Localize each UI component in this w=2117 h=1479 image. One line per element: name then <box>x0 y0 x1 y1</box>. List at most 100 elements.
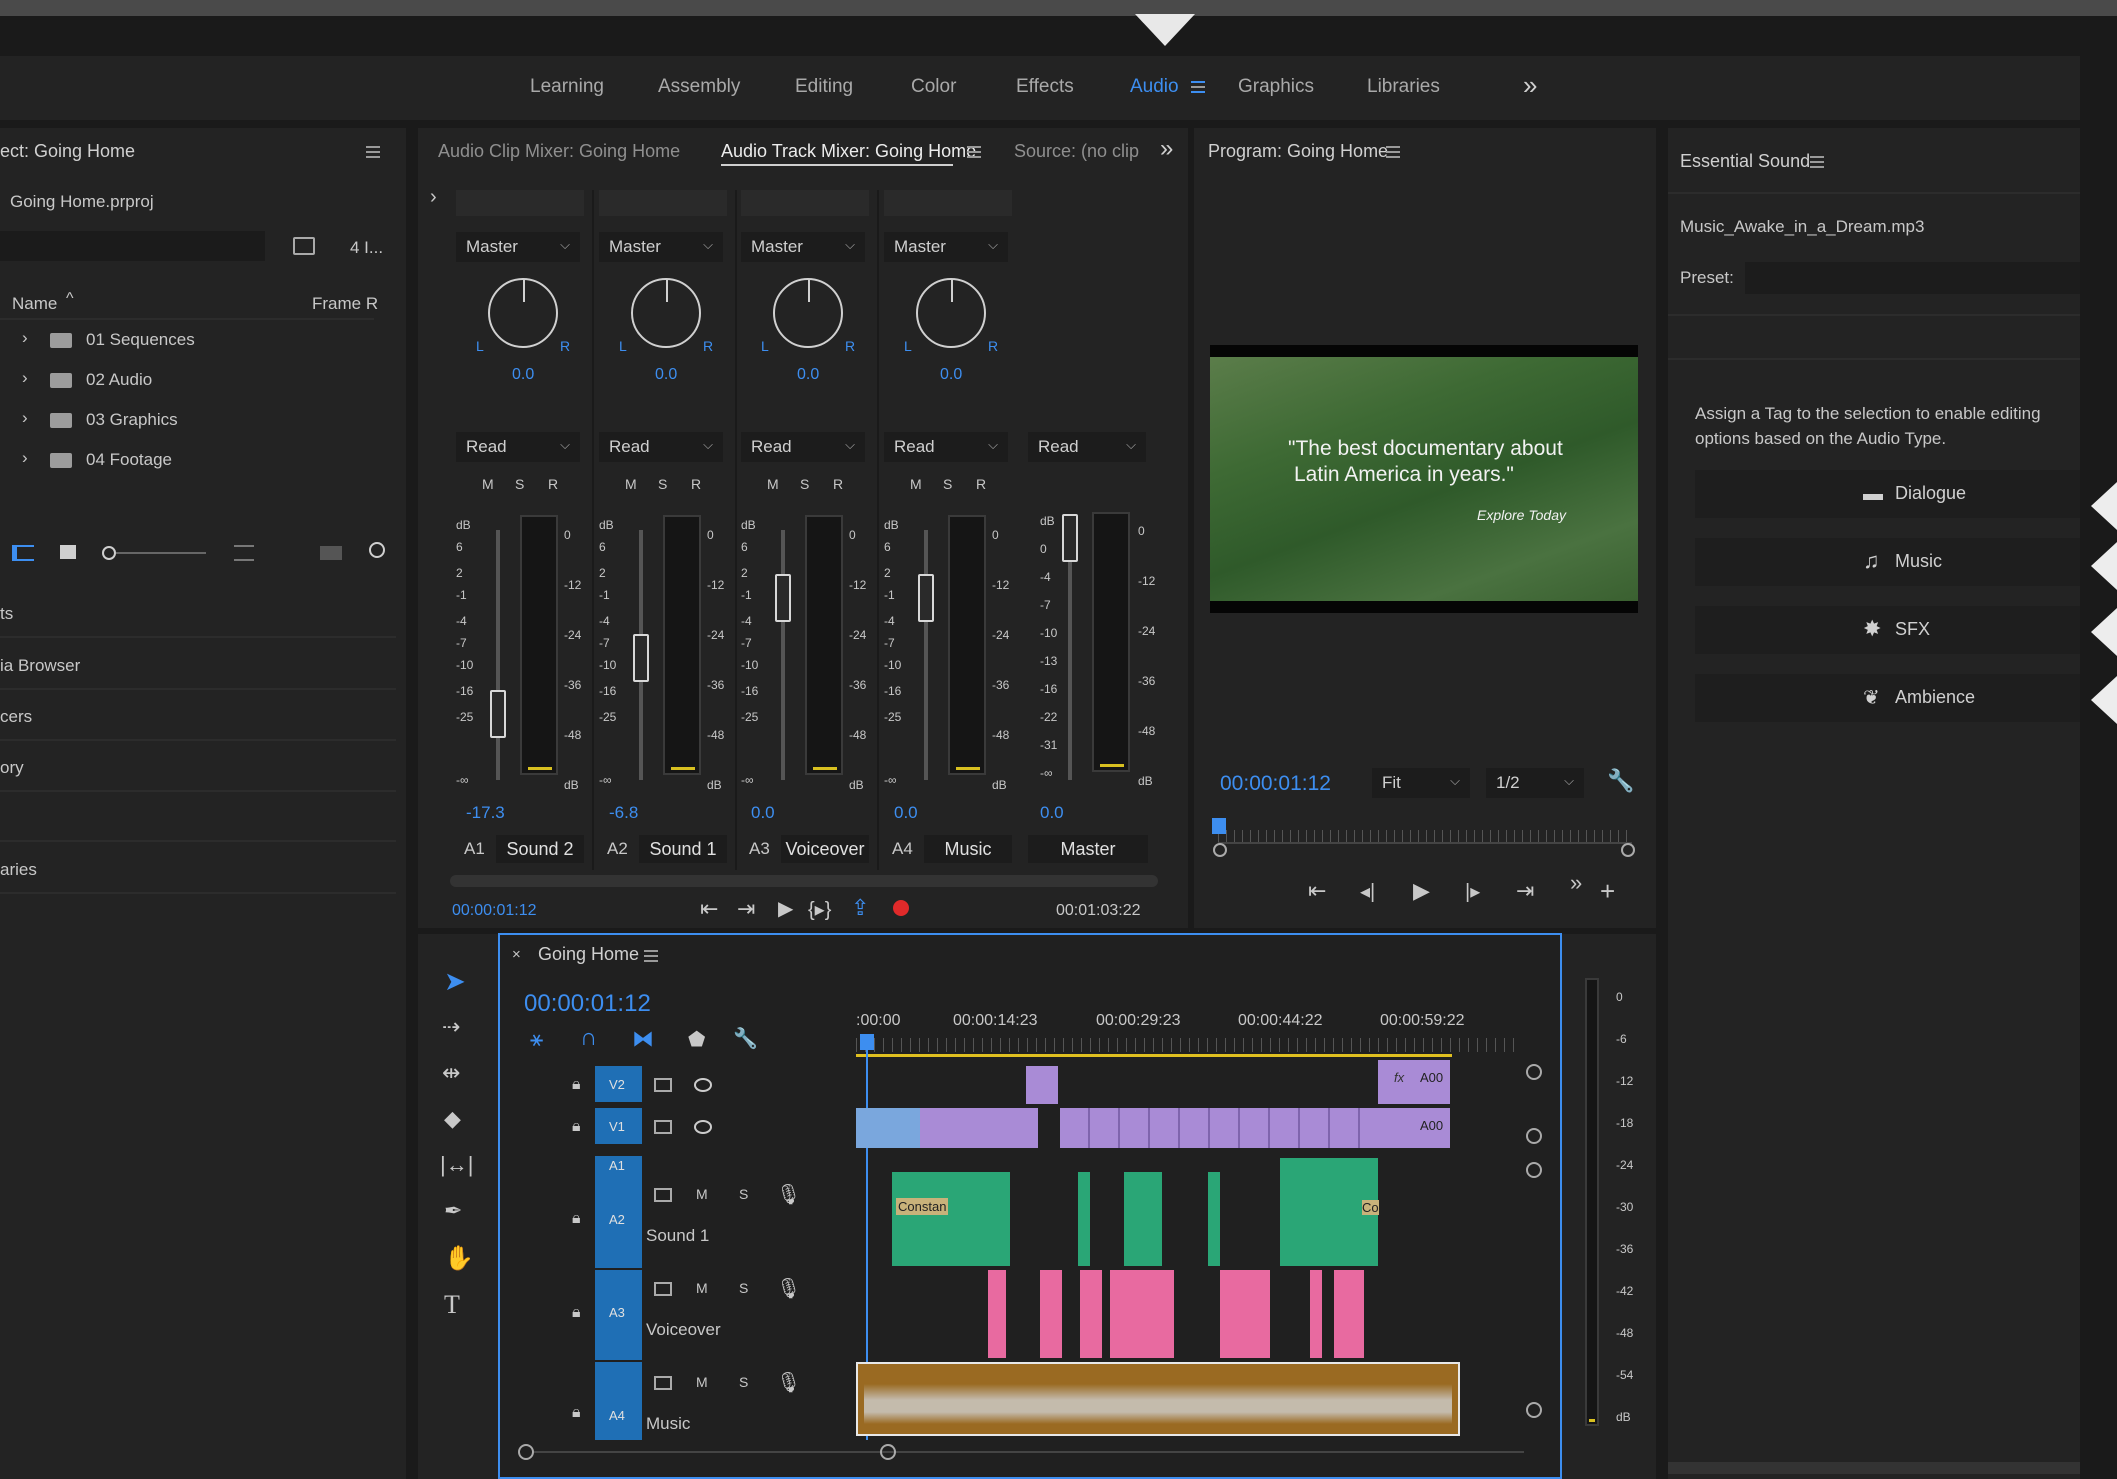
workspace-tab-editing[interactable]: Editing <box>795 76 853 98</box>
zoom-handle-left[interactable] <box>1213 843 1227 857</box>
video-clip[interactable] <box>856 1108 920 1148</box>
music-clip[interactable] <box>856 1362 1460 1436</box>
nest-toggle-icon[interactable]: ⚹ <box>530 1026 543 1052</box>
voiceover-clip[interactable] <box>1310 1270 1322 1358</box>
voiceover-clip[interactable] <box>1220 1270 1270 1358</box>
zoom-handle-right[interactable] <box>1621 843 1635 857</box>
program-timecode[interactable]: 00:00:01:12 <box>1220 772 1331 796</box>
workspace-tab-audio[interactable]: Audio <box>1130 76 1179 98</box>
track-output-select[interactable]: Master ⌵ <box>456 232 580 262</box>
step-forward-icon[interactable]: |▸ <box>1465 879 1480 904</box>
linked-selection-icon[interactable]: ⧓ <box>632 1026 654 1052</box>
track-lock-icon[interactable]: 🔒︎ <box>572 1210 581 1228</box>
track-r-button[interactable]: R <box>833 476 843 492</box>
voiceover-clip[interactable] <box>1040 1270 1062 1358</box>
program-overflow-icon[interactable]: » <box>1570 870 1582 896</box>
eye-icon[interactable] <box>694 1120 712 1134</box>
solo-track-button[interactable]: S <box>739 1186 748 1202</box>
track-m-button[interactable]: M <box>482 476 494 492</box>
track-select-tool-icon[interactable]: ⇢ <box>442 1014 460 1040</box>
zoom-slider[interactable] <box>116 552 206 554</box>
program-playhead[interactable] <box>1212 818 1226 834</box>
volume-fader-master[interactable] <box>1062 514 1078 562</box>
timeline-settings-icon[interactable]: 🔧 <box>733 1026 758 1051</box>
work-area-bar[interactable] <box>856 1054 1452 1057</box>
type-tool-icon[interactable]: T <box>444 1290 460 1320</box>
sync-lock-icon[interactable] <box>654 1078 672 1092</box>
track-s-button[interactable]: S <box>943 476 952 492</box>
microphone-icon[interactable]: 🎙︎ <box>776 1182 801 1207</box>
track-target-a1-a2[interactable]: A1 A2 <box>595 1156 642 1268</box>
mute-track-button[interactable]: M <box>696 1374 708 1390</box>
add-marker-icon[interactable]: ⬟ <box>688 1027 705 1052</box>
icon-view-icon[interactable] <box>60 545 76 559</box>
workspace-tab-libraries[interactable]: Libraries <box>1367 76 1440 98</box>
track-lock-icon[interactable]: 🔒︎ <box>572 1404 581 1422</box>
track-output-select[interactable]: Master ⌵ <box>741 232 865 262</box>
button-editor-plus-icon[interactable]: + <box>1600 876 1615 907</box>
track-m-button[interactable]: M <box>767 476 779 492</box>
close-sequence-icon[interactable]: × <box>512 946 521 963</box>
timeline-horizontal-scrollbar[interactable] <box>534 1451 1524 1453</box>
pan-knob[interactable] <box>631 278 701 348</box>
audio-track-scroll-handle[interactable] <box>1526 1402 1542 1418</box>
effect-slot[interactable] <box>741 190 869 216</box>
automation-mode-select[interactable]: Read ⌵ <box>884 432 1008 462</box>
program-play-icon[interactable]: ▶ <box>1413 878 1430 904</box>
panel-tab-libraries[interactable]: aries <box>0 860 37 880</box>
volume-value[interactable]: -17.3 <box>466 803 505 823</box>
track-target-a3[interactable]: A3 <box>595 1270 642 1360</box>
slip-tool-icon[interactable]: |↔| <box>440 1152 473 1178</box>
panel-tab-markers[interactable]: cers <box>0 707 32 727</box>
essential-sound-menu-icon[interactable] <box>1810 156 1824 168</box>
go-to-out-icon[interactable]: ⇥ <box>1516 878 1534 904</box>
selection-tool-icon[interactable]: ➤ <box>444 966 466 997</box>
video-clip[interactable] <box>920 1108 1038 1148</box>
pan-knob[interactable] <box>773 278 843 348</box>
sync-lock-icon[interactable] <box>654 1120 672 1134</box>
track-s-button[interactable]: S <box>658 476 667 492</box>
automation-mode-master[interactable]: Read ⌵ <box>1028 432 1146 462</box>
list-view-icon[interactable] <box>12 545 34 561</box>
workspace-tab-color[interactable]: Color <box>911 76 956 98</box>
track-output-select[interactable]: Master ⌵ <box>599 232 723 262</box>
video-clip[interactable] <box>1026 1066 1058 1104</box>
panel-tab-history[interactable]: ory <box>0 758 24 778</box>
audio-clip[interactable] <box>1124 1172 1162 1266</box>
expand-chevron-icon[interactable]: › <box>22 328 28 348</box>
mixer-horizontal-scrollbar[interactable] <box>450 875 1158 887</box>
voiceover-clip[interactable] <box>1334 1270 1364 1358</box>
video-clip-sequence[interactable] <box>1060 1108 1378 1148</box>
track-target-v2[interactable]: V2 <box>595 1066 642 1102</box>
video-clip-a00[interactable]: fx A00 <box>1378 1060 1450 1104</box>
volume-value[interactable]: -6.8 <box>609 803 638 823</box>
track-lock-icon[interactable]: 🔒︎ <box>572 1076 581 1094</box>
automation-mode-select[interactable]: Read ⌵ <box>599 432 723 462</box>
show-effects-chevron-icon[interactable]: › <box>430 186 437 209</box>
workspace-tab-effects[interactable]: Effects <box>1016 76 1074 98</box>
step-back-icon[interactable]: ◂| <box>1360 879 1375 904</box>
volume-fader[interactable] <box>775 574 791 622</box>
panel-overflow-icon[interactable]: » <box>1160 135 1173 163</box>
snap-magnet-icon[interactable]: ∩ <box>580 1024 597 1052</box>
track-lock-icon[interactable]: 🔒︎ <box>572 1118 581 1136</box>
track-s-button[interactable]: S <box>515 476 524 492</box>
timeline-menu-icon[interactable] <box>644 950 658 962</box>
mute-track-button[interactable]: M <box>696 1280 708 1296</box>
voiceover-clip[interactable] <box>1110 1270 1174 1358</box>
hand-tool-icon[interactable]: ✋ <box>444 1244 474 1273</box>
volume-fader[interactable] <box>633 634 649 682</box>
pan-value[interactable]: 0.0 <box>797 366 819 384</box>
track-r-button[interactable]: R <box>548 476 558 492</box>
workspace-tab-assembly[interactable]: Assembly <box>658 76 740 98</box>
zoom-level-select[interactable]: Fit ⌵ <box>1372 768 1470 798</box>
project-panel-menu-icon[interactable] <box>366 146 380 158</box>
track-m-button[interactable]: M <box>625 476 637 492</box>
tab-audio-track-mixer[interactable]: Audio Track Mixer: Going Home <box>721 141 976 162</box>
voiceover-clip[interactable] <box>988 1270 1006 1358</box>
sort-ascending-icon[interactable]: ^ <box>66 290 74 308</box>
microphone-icon[interactable]: 🎙︎ <box>776 1370 801 1395</box>
sync-lock-icon[interactable] <box>654 1282 672 1296</box>
tab-audio-clip-mixer[interactable]: Audio Clip Mixer: Going Home <box>438 141 680 162</box>
mute-track-button[interactable]: M <box>696 1186 708 1202</box>
